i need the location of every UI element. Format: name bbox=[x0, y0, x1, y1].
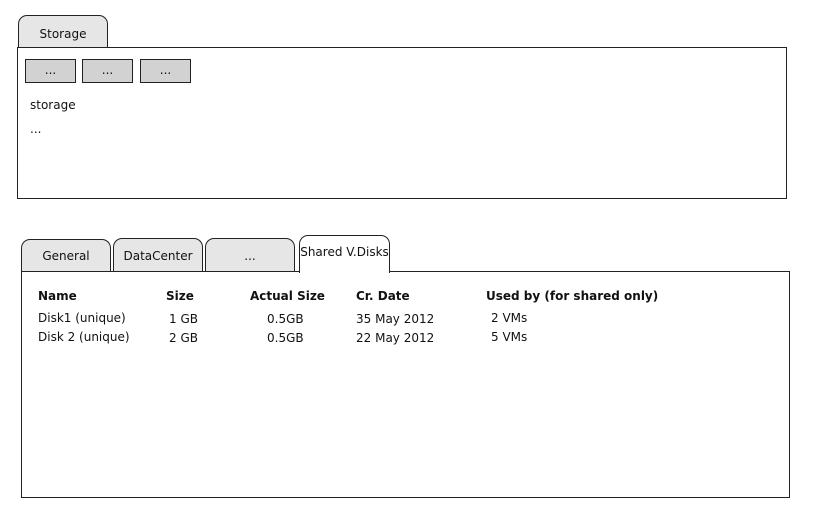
toolbar-button-3-label: ... bbox=[159, 63, 172, 77]
tab-shared-vdisks[interactable]: Shared V.Disks bbox=[299, 235, 390, 273]
cell-name: Disk1 (unique) bbox=[38, 311, 126, 325]
tab-general[interactable]: General bbox=[21, 239, 111, 273]
cell-actual-size: 0.5GB bbox=[267, 312, 304, 326]
tab-general-label: General bbox=[42, 249, 90, 263]
toolbar-button-2-label: ... bbox=[101, 63, 114, 77]
tab-more[interactable]: ... bbox=[205, 238, 295, 273]
tab-more-label: ... bbox=[244, 249, 256, 263]
toolbar-button-3[interactable]: ... bbox=[140, 59, 191, 83]
cell-name: Disk 2 (unique) bbox=[38, 330, 130, 344]
toolbar-button-1[interactable]: ... bbox=[25, 59, 76, 83]
toolbar-button-1-label: ... bbox=[44, 63, 57, 77]
tab-datacenter[interactable]: DataCenter bbox=[113, 238, 203, 273]
disks-panel bbox=[21, 271, 790, 498]
column-header-size[interactable]: Size bbox=[166, 289, 194, 303]
column-header-actual-size[interactable]: Actual Size bbox=[250, 289, 325, 303]
column-header-creation-date[interactable]: Cr. Date bbox=[356, 289, 410, 303]
cell-creation-date: 22 May 2012 bbox=[356, 331, 435, 345]
cell-used-by: 2 VMs bbox=[491, 311, 528, 325]
active-tab-underline bbox=[300, 271, 389, 273]
column-header-used-by[interactable]: Used by (for shared only) bbox=[486, 289, 658, 303]
toolbar-button-2[interactable]: ... bbox=[82, 59, 133, 83]
cell-actual-size: 0.5GB bbox=[267, 331, 304, 345]
cell-used-by: 5 VMs bbox=[491, 330, 528, 344]
storage-content-label: storage bbox=[30, 98, 76, 112]
column-header-name[interactable]: Name bbox=[38, 289, 77, 303]
cell-size: 1 GB bbox=[169, 312, 198, 326]
tab-datacenter-label: DataCenter bbox=[123, 249, 193, 263]
tab-storage[interactable]: Storage bbox=[18, 15, 108, 49]
tab-storage-label: Storage bbox=[39, 27, 87, 41]
cell-size: 2 GB bbox=[169, 331, 198, 345]
storage-content-more: ... bbox=[30, 122, 42, 136]
cell-creation-date: 35 May 2012 bbox=[356, 312, 435, 326]
tab-shared-vdisks-label: Shared V.Disks bbox=[300, 245, 389, 259]
